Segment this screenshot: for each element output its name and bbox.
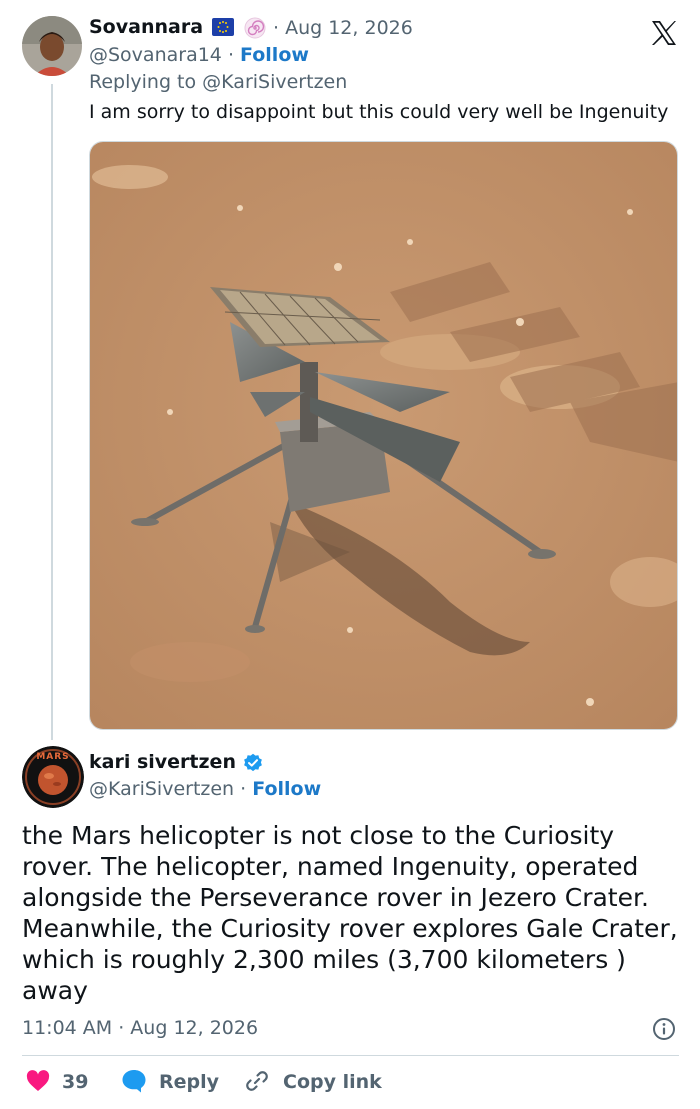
kari-sivertzen-avatar[interactable]: MARS bbox=[22, 746, 84, 808]
tweet1-follow-separator: · bbox=[227, 44, 234, 66]
tweet2-follow-button[interactable]: Follow bbox=[252, 778, 321, 800]
tweet2-text: the Mars helicopter is not close to the … bbox=[22, 821, 678, 1005]
replying-to-prefix: Replying to bbox=[89, 71, 197, 93]
tweet1-follow-button[interactable]: Follow bbox=[240, 44, 309, 66]
tweet1-text: I am sorry to disappoint but this could … bbox=[89, 101, 669, 123]
replying-to-handle[interactable]: @KariSivertzen bbox=[202, 71, 347, 93]
tweet1-author-name[interactable]: Sovannara bbox=[89, 16, 203, 38]
tweet1-date[interactable]: · Aug 12, 2026 bbox=[273, 17, 413, 39]
actions-divider bbox=[22, 1055, 679, 1056]
copy-link-button[interactable]: Copy link bbox=[283, 1071, 382, 1093]
eu-flag-icon bbox=[212, 18, 234, 36]
replying-to-row: Replying to @KariSivertzen bbox=[89, 71, 347, 93]
tweet2-follow-separator: · bbox=[240, 778, 247, 800]
reply-button[interactable]: Reply bbox=[159, 1071, 219, 1093]
sovannara-avatar[interactable] bbox=[22, 16, 82, 76]
tweet1-media-image[interactable] bbox=[89, 141, 678, 730]
thread-connector-line bbox=[51, 84, 53, 740]
like-count[interactable]: 39 bbox=[62, 1071, 88, 1093]
x-logo-icon[interactable] bbox=[650, 19, 678, 47]
tweet1-handle-row: @Sovanara14 · Follow bbox=[89, 44, 309, 66]
info-icon[interactable] bbox=[652, 1017, 676, 1041]
link-icon[interactable] bbox=[245, 1069, 269, 1093]
tweet2-handle-row: @KariSivertzen · Follow bbox=[89, 778, 321, 800]
spiral-icon bbox=[244, 17, 266, 39]
tweet2-handle[interactable]: @KariSivertzen bbox=[89, 778, 234, 800]
avatar-mars-text: MARS bbox=[36, 752, 70, 762]
verified-badge-icon bbox=[243, 753, 263, 773]
tweet1-handle[interactable]: @Sovanara14 bbox=[89, 44, 222, 66]
tweet2-timestamp[interactable]: 11:04 AM · Aug 12, 2026 bbox=[22, 1017, 258, 1039]
heart-icon[interactable] bbox=[26, 1070, 50, 1092]
reply-bubble-icon[interactable] bbox=[121, 1069, 147, 1093]
tweet2-author-name[interactable]: kari sivertzen bbox=[89, 751, 236, 773]
